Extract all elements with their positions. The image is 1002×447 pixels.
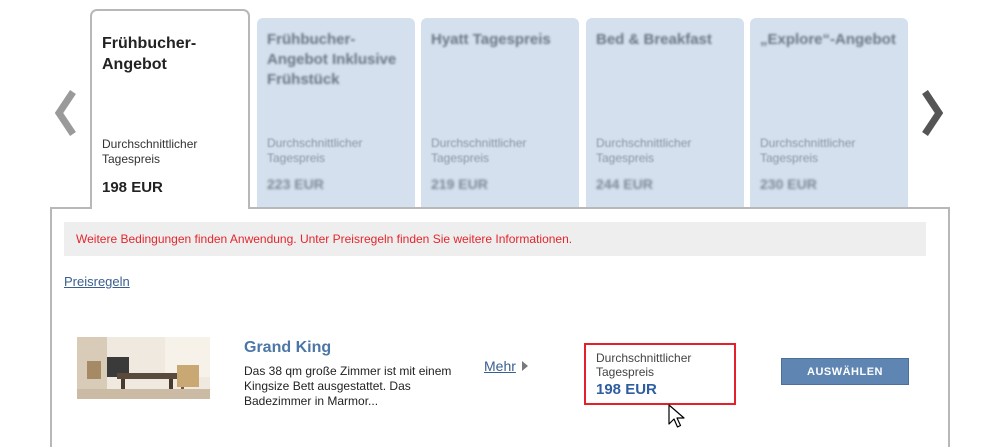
room-photo xyxy=(77,337,210,399)
more-info-link[interactable]: Mehr xyxy=(484,358,528,374)
rate-tab-price-label: Durchschnittlicher Tagespreis xyxy=(760,136,856,165)
rate-tab-title: Hyatt Tagespreis xyxy=(431,31,551,48)
rate-tab-price-label: Durchschnittlicher Tagespreis xyxy=(596,136,692,165)
rate-tab-price: 219 EUR xyxy=(431,176,488,192)
room-name[interactable]: Grand King xyxy=(244,339,331,357)
chevron-right-icon xyxy=(922,90,944,136)
rate-tab-price-label: Durchschnittlicher Tagespreis xyxy=(267,136,363,165)
rate-tab-price: 198 EUR xyxy=(102,179,163,196)
rate-tab-title: „Explore“-Angebot xyxy=(760,31,896,48)
rate-tab-hyatt-daily[interactable]: Hyatt Tagespreis Durchschnittlicher Tage… xyxy=(421,18,579,208)
rate-tab-title: Bed & Breakfast xyxy=(596,31,712,48)
rate-details-panel: Weitere Bedingungen finden Anwendung. Un… xyxy=(50,207,950,447)
conditions-notice: Weitere Bedingungen finden Anwendung. Un… xyxy=(64,222,926,256)
chevron-left-icon xyxy=(54,90,76,136)
more-info-label: Mehr xyxy=(484,358,516,374)
room-image[interactable] xyxy=(77,337,210,399)
price-rules-link[interactable]: Preisregeln xyxy=(64,274,130,289)
rate-tab-price-label: Durchschnittlicher Tagespreis xyxy=(102,137,198,166)
rate-tab-title: Frühbucher-Angebot xyxy=(102,35,197,73)
room-price-label: Durchschnittlicher Tagespreis xyxy=(596,351,692,379)
rate-tab-early-booker[interactable]: Frühbucher-Angebot Durchschnittlicher Ta… xyxy=(90,9,250,209)
rate-tab-explore[interactable]: „Explore“-Angebot Durchschnittlicher Tag… xyxy=(750,18,908,208)
room-price: 198 EUR xyxy=(596,381,657,398)
rate-tab-price: 223 EUR xyxy=(267,176,324,192)
room-description: Das 38 qm große Zimmer ist mit einem Kin… xyxy=(244,364,452,408)
prev-tabs-button[interactable] xyxy=(50,82,80,144)
mouse-cursor-icon xyxy=(668,404,685,428)
caret-right-icon xyxy=(521,361,528,371)
next-tabs-button[interactable] xyxy=(918,82,948,144)
rate-tab-title: Frühbucher-Angebot Inklusive Frühstück xyxy=(267,31,397,88)
rate-tab-price: 244 EUR xyxy=(596,176,653,192)
rate-tab-price: 230 EUR xyxy=(760,176,817,192)
rate-tab-bed-breakfast[interactable]: Bed & Breakfast Durchschnittlicher Tages… xyxy=(586,18,744,208)
rate-tab-early-booker-breakfast[interactable]: Frühbucher-Angebot Inklusive Frühstück D… xyxy=(257,18,415,208)
room-price-box: Durchschnittlicher Tagespreis 198 EUR xyxy=(584,343,736,405)
rate-tab-price-label: Durchschnittlicher Tagespreis xyxy=(431,136,527,165)
select-room-button[interactable]: AUSWÄHLEN xyxy=(781,358,909,385)
